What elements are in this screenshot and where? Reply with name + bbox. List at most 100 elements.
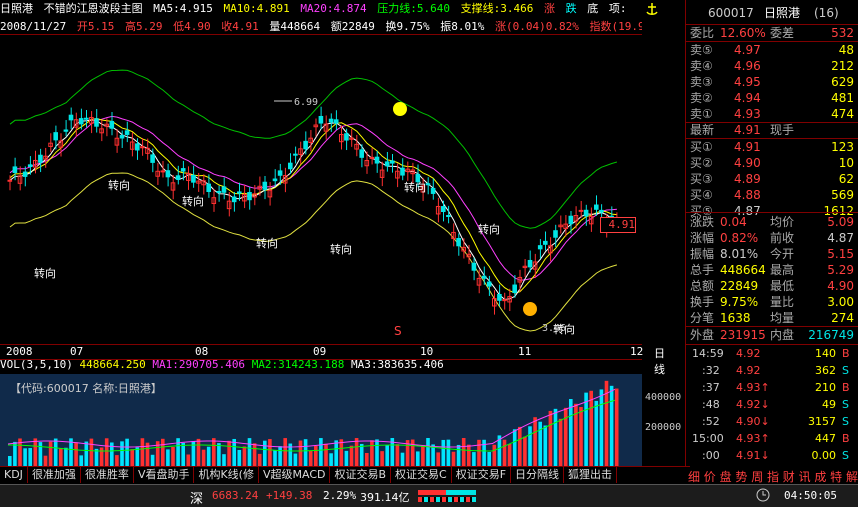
volume-bar	[99, 447, 104, 466]
ma5-value: MA5:4.915	[153, 2, 213, 15]
volume-bar	[212, 438, 216, 466]
signal-label: 转向	[330, 242, 352, 256]
tab-indicator[interactable]: V看盘助手	[134, 467, 195, 483]
support-line-value: 支撑线:3.466	[460, 2, 534, 15]
tab-indicator[interactable]: 很准加强	[28, 467, 81, 483]
volume-bar	[125, 438, 129, 466]
tab-indicator[interactable]: 很准胜率	[81, 467, 134, 483]
ask-row[interactable]: 卖⑤ 4.97 48	[686, 42, 854, 58]
tab-indicator[interactable]: V超级MACD	[259, 467, 331, 483]
volume-bar	[115, 455, 119, 466]
status-bar: 深 6683.24 +149.38 2.29% 391.14亿 04:50:05	[0, 484, 858, 507]
tab-trades[interactable]: 成	[814, 468, 826, 484]
kline-chart[interactable]: 7.006.005.004.006.993.46转向转向转向转向转向转向转向转向…	[0, 34, 687, 345]
candle-body	[22, 171, 28, 177]
volume-bar	[166, 449, 170, 466]
volume-bar	[84, 441, 89, 466]
market-label[interactable]: 深	[190, 488, 203, 507]
tab-indicator[interactable]: 机构K线(修	[194, 467, 259, 483]
bid-row[interactable]: 买③ 4.89 62	[686, 171, 854, 187]
candle-body	[599, 209, 604, 213]
volume-bar	[416, 451, 420, 466]
tab-news[interactable]: 讯	[799, 468, 811, 484]
volume-bar	[339, 439, 344, 466]
tab-detail[interactable]: 细	[688, 468, 700, 484]
tab-explain[interactable]: 解	[846, 468, 858, 484]
volume-bar	[359, 443, 364, 466]
tab-indicator[interactable]: 日分隔线	[511, 467, 565, 483]
main-indicator-title[interactable]: 不错的江恩波段主图	[44, 2, 143, 15]
market-breadth-bar	[418, 490, 476, 502]
tab-book[interactable]: 盘	[720, 468, 732, 484]
date-label: 07	[70, 345, 84, 358]
candle-body	[262, 181, 268, 190]
candle-body	[237, 191, 242, 194]
volume-bar	[89, 438, 94, 466]
volume-bar	[599, 389, 604, 466]
volume-bar	[135, 447, 140, 466]
volume-bar	[594, 400, 599, 466]
tab-indicator[interactable]: 权证交易C	[391, 467, 452, 483]
ask-row[interactable]: 卖④ 4.96 212	[686, 58, 854, 74]
volume-bar	[298, 440, 303, 466]
stock-name[interactable]: 日照港	[0, 2, 33, 15]
volume-bar	[380, 451, 384, 466]
tab-finance[interactable]: 财	[783, 468, 795, 484]
tab-price[interactable]: 价	[704, 468, 716, 484]
candle-body	[221, 186, 227, 193]
tab-special[interactable]: 特	[830, 468, 842, 484]
period-label[interactable]: 日线	[654, 345, 665, 377]
indicator-tabs: KDJ 很准加强 很准胜率 V看盘助手 机构K线(修 V超级MACD 权证交易B…	[0, 466, 690, 485]
volume-bar	[436, 452, 440, 466]
ask-row[interactable]: 卖① 4.93 474	[686, 106, 854, 122]
vol-ma1: MA1:290705.406	[152, 358, 246, 371]
candle-body	[430, 187, 436, 194]
volume-bar	[569, 399, 573, 466]
volume-indicator-name[interactable]: VOL(3,5,10)	[0, 358, 73, 371]
tab-trend[interactable]: 势	[735, 468, 747, 484]
candle-body	[140, 146, 145, 149]
volume-bar	[456, 444, 461, 466]
bid-row[interactable]: 买② 4.90 10	[686, 155, 854, 171]
candle-body	[84, 117, 89, 120]
candle-body	[553, 230, 558, 238]
bid-row[interactable]: 买① 4.91 123	[686, 139, 854, 155]
smiley-icon	[393, 102, 407, 116]
volume-bar	[467, 444, 471, 466]
anchor-icon[interactable]	[645, 2, 659, 16]
tab-index[interactable]: 指	[767, 468, 779, 484]
ma10-line	[9, 117, 617, 294]
volume-bar	[222, 454, 226, 466]
tab-week[interactable]: 周	[751, 468, 763, 484]
candle-body	[150, 154, 155, 163]
tick-row: :00 4.91↓ 0.00 S	[702, 449, 849, 462]
volume-bar	[79, 455, 83, 466]
quote-title: 600017 日照港 (16)	[686, 5, 854, 21]
tab-indicator[interactable]: 权证交易F	[452, 467, 512, 483]
ask-row[interactable]: 卖③ 4.95 629	[686, 74, 854, 90]
candle-body	[578, 209, 584, 212]
candle-body	[78, 118, 84, 125]
candle-body	[527, 259, 533, 268]
candle-body	[497, 293, 502, 301]
volume-bar	[451, 451, 456, 466]
volume-bar	[563, 407, 568, 466]
candle-body	[272, 178, 278, 182]
bid-row[interactable]: 买④ 4.88 569	[686, 187, 854, 203]
stock-info-label: 【代码:600017 名称:日照港】	[10, 382, 162, 395]
tab-indicator[interactable]: 权证交易B	[330, 467, 392, 483]
volume-bar	[94, 448, 99, 466]
candle-body	[384, 161, 390, 167]
tab-indicator[interactable]: 狐狸出击	[564, 467, 618, 483]
candle-body	[38, 154, 43, 163]
volume-chart[interactable]: 【代码:600017 名称:日照港】	[0, 374, 642, 466]
index-change-value: 指数(19.98)1.05	[589, 20, 642, 33]
tab-kdj[interactable]: KDJ	[0, 467, 28, 483]
quote-panel: 600017 日照港 (16) 委比 12.60% 委差 532 卖⑤ 4.97 4…	[685, 0, 858, 466]
pressure-line-value: 压力线:5.640	[377, 2, 450, 15]
clock-icon	[756, 488, 770, 502]
volume-bar	[528, 426, 532, 466]
ask-row[interactable]: 卖② 4.94 481	[686, 90, 854, 106]
change-value: 涨(0.04)0.82%	[494, 20, 579, 33]
ohlc-header: 2008/11/27 开5.15 高5.29 低4.90 收4.91 量4486…	[0, 18, 642, 34]
